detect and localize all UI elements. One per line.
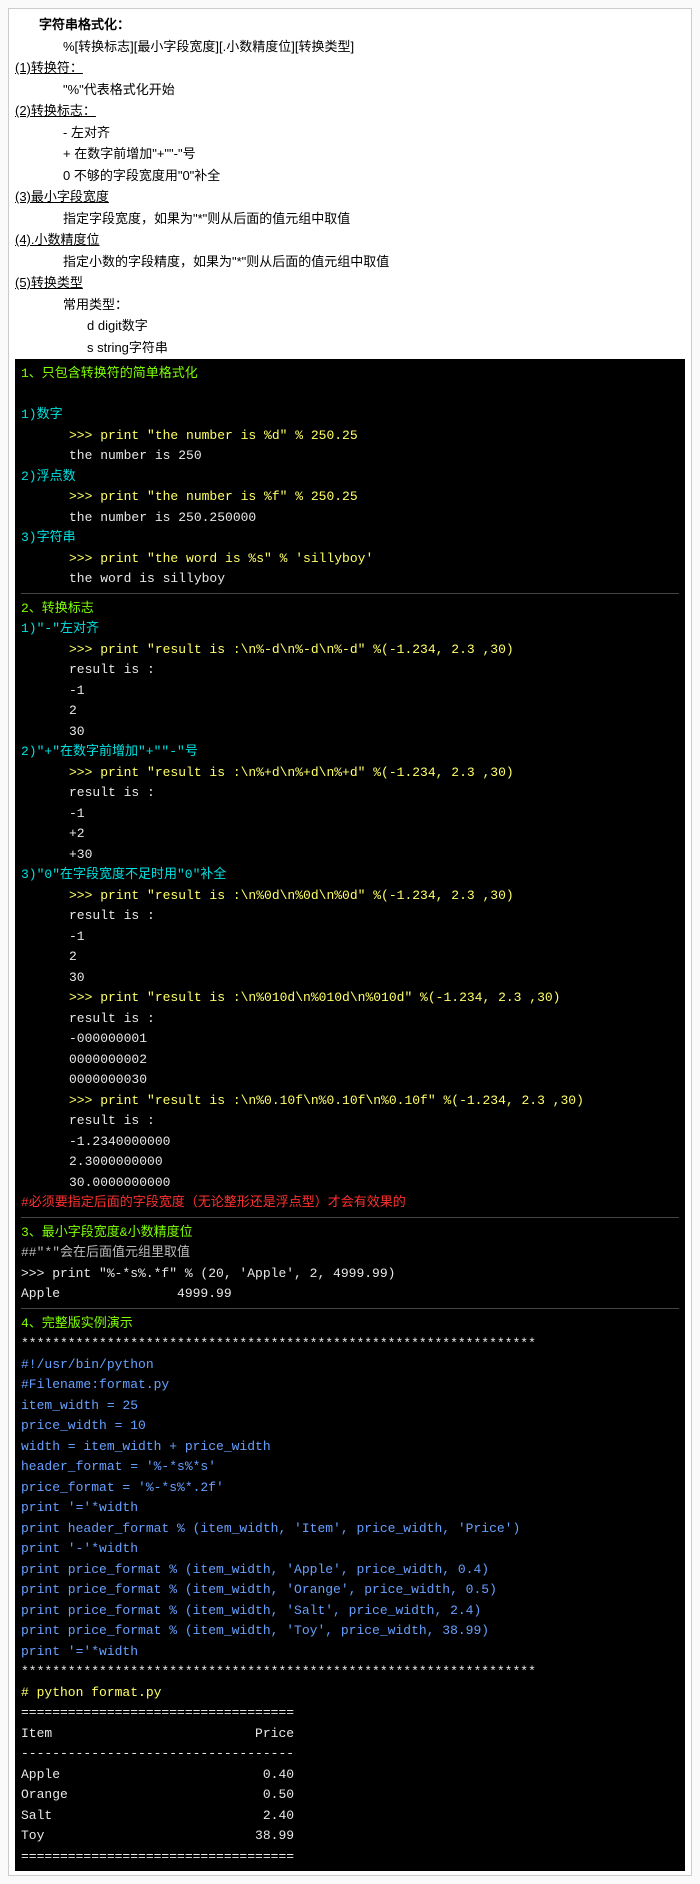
python-output: 30 <box>21 722 679 742</box>
code-line: print price_format % (item_width, 'Salt'… <box>21 1601 679 1621</box>
python-output: 2 <box>21 947 679 967</box>
terminal-block-4: 4、完整版实例演示 ******************************… <box>21 1308 679 1867</box>
python-output: 0000000030 <box>21 1070 679 1090</box>
section-2-line: 0 不够的字段宽度用"0"补全 <box>15 166 685 186</box>
python-output: result is : <box>21 1111 679 1131</box>
python-output: 30.0000000000 <box>21 1173 679 1193</box>
code-line: price_width = 10 <box>21 1416 679 1436</box>
section-2-title: (2)转换标志： <box>15 101 685 121</box>
output-line: =================================== <box>21 1703 679 1723</box>
section-4-title: (4).小数精度位 <box>15 230 685 250</box>
shell-cmd: # python format.py <box>21 1683 679 1703</box>
python-output: +30 <box>21 845 679 865</box>
doc-title: 字符串格式化： <box>15 15 685 35</box>
sub-heading: 2)浮点数 <box>21 467 679 487</box>
section-2-line: - 左对齐 <box>15 123 685 143</box>
sub-heading: 3)"0"在字段宽度不足时用"0"补全 <box>21 865 679 885</box>
output-line: =================================== <box>21 1847 679 1867</box>
code-line: print price_format % (item_width, 'Orang… <box>21 1580 679 1600</box>
section-5-title: (5)转换类型 <box>15 273 685 293</box>
python-output: -1 <box>21 681 679 701</box>
python-output: 2.3000000000 <box>21 1152 679 1172</box>
section-5-line: 常用类型： <box>15 295 685 315</box>
section-5-line: s string字符串 <box>15 338 685 358</box>
python-output: -1 <box>21 927 679 947</box>
code-line: header_format = '%-*s%*s' <box>21 1457 679 1477</box>
python-output: 0000000002 <box>21 1050 679 1070</box>
divider: ****************************************… <box>21 1662 679 1682</box>
python-cmd: >>> print "the number is %f" % 250.25 <box>21 487 679 507</box>
block-title: 1、只包含转换符的简单格式化 <box>21 364 679 384</box>
python-output: result is : <box>21 783 679 803</box>
section-2-line: + 在数字前增加"+""-"号 <box>15 144 685 164</box>
output-line: Apple 0.40 <box>21 1765 679 1785</box>
terminal-block-2: 2、转换标志 1)"-"左对齐 >>> print "result is :\n… <box>21 593 679 1213</box>
code-line: print price_format % (item_width, 'Toy',… <box>21 1621 679 1641</box>
sub-heading: 1)"-"左对齐 <box>21 619 679 639</box>
python-cmd: >>> print "result is :\n%-d\n%-d\n%-d" %… <box>21 640 679 660</box>
sub-heading: 1)数字 <box>21 405 679 425</box>
block-title: 4、完整版实例演示 <box>21 1314 679 1334</box>
block-title: 2、转换标志 <box>21 599 679 619</box>
python-output: 30 <box>21 968 679 988</box>
python-output: Apple 4999.99 <box>21 1284 679 1304</box>
note: ##"*"会在后面值元组里取值 <box>21 1243 679 1263</box>
section-3-line: 指定字段宽度，如果为"*"则从后面的值元组中取值 <box>15 209 685 229</box>
python-output: +2 <box>21 824 679 844</box>
warning-note: #必须要指定后面的字段宽度（无论整形还是浮点型）才会有效果的 <box>21 1193 679 1213</box>
section-1-line: "%"代表格式化开始 <box>15 80 685 100</box>
python-output: result is : <box>21 1009 679 1029</box>
python-cmd: >>> print "the word is %s" % 'sillyboy' <box>21 549 679 569</box>
block-title: 3、最小字段宽度&小数精度位 <box>21 1223 679 1243</box>
section-1-title: (1)转换符： <box>15 58 685 78</box>
python-output: -1 <box>21 804 679 824</box>
output-line: ----------------------------------- <box>21 1744 679 1764</box>
python-output: 2 <box>21 701 679 721</box>
python-output: result is : <box>21 906 679 926</box>
code-line: print '='*width <box>21 1642 679 1662</box>
code-line: item_width = 25 <box>21 1396 679 1416</box>
output-line: Orange 0.50 <box>21 1785 679 1805</box>
terminal-block-1: 1、只包含转换符的简单格式化 1)数字 >>> print "the numbe… <box>15 359 685 1871</box>
python-cmd: >>> print "the number is %d" % 250.25 <box>21 426 679 446</box>
python-output: the number is 250 <box>21 446 679 466</box>
python-output: -000000001 <box>21 1029 679 1049</box>
section-5-line: d digit数字 <box>15 316 685 336</box>
python-cmd: >>> print "result is :\n%010d\n%010d\n%0… <box>21 988 679 1008</box>
code-line: print '='*width <box>21 1498 679 1518</box>
python-output: the word is sillyboy <box>21 569 679 589</box>
sub-heading: 3)字符串 <box>21 528 679 548</box>
output-line: Item Price <box>21 1724 679 1744</box>
python-cmd: >>> print "result is :\n%0.10f\n%0.10f\n… <box>21 1091 679 1111</box>
code-line: #!/usr/bin/python <box>21 1355 679 1375</box>
divider: ****************************************… <box>21 1334 679 1354</box>
document-container: 字符串格式化： %[转换标志][最小字段宽度][.小数精度位][转换类型] (1… <box>8 8 692 1876</box>
blank <box>21 385 679 405</box>
format-syntax: %[转换标志][最小字段宽度][.小数精度位][转换类型] <box>15 37 685 57</box>
code-line: print header_format % (item_width, 'Item… <box>21 1519 679 1539</box>
sub-heading: 2)"+"在数字前增加"+""-"号 <box>21 742 679 762</box>
code-line: #Filename:format.py <box>21 1375 679 1395</box>
python-cmd: >>> print "%-*s%.*f" % (20, 'Apple', 2, … <box>21 1264 679 1284</box>
python-output: the number is 250.250000 <box>21 508 679 528</box>
code-line: width = item_width + price_width <box>21 1437 679 1457</box>
python-cmd: >>> print "result is :\n%+d\n%+d\n%+d" %… <box>21 763 679 783</box>
terminal-block-3: 3、最小字段宽度&小数精度位 ##"*"会在后面值元组里取值 >>> print… <box>21 1217 679 1304</box>
code-line: print price_format % (item_width, 'Apple… <box>21 1560 679 1580</box>
python-output: -1.2340000000 <box>21 1132 679 1152</box>
section-3-title: (3)最小字段宽度 <box>15 187 685 207</box>
code-line: print '-'*width <box>21 1539 679 1559</box>
code-line: price_format = '%-*s%*.2f' <box>21 1478 679 1498</box>
output-line: Salt 2.40 <box>21 1806 679 1826</box>
python-output: result is : <box>21 660 679 680</box>
python-cmd: >>> print "result is :\n%0d\n%0d\n%0d" %… <box>21 886 679 906</box>
section-4-line: 指定小数的字段精度，如果为"*"则从后面的值元组中取值 <box>15 252 685 272</box>
output-line: Toy 38.99 <box>21 1826 679 1846</box>
